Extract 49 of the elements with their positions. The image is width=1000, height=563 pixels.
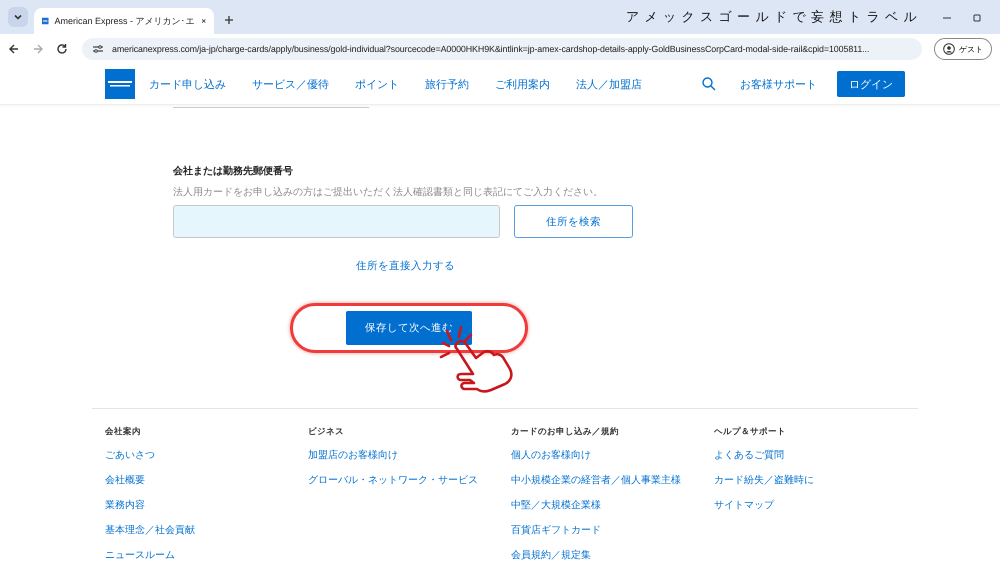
footer-link[interactable]: 会員規約／規定集 [511,548,714,563]
restore-icon[interactable] [972,13,982,23]
footer-heading: ビジネス [308,426,345,438]
login-button[interactable]: ログイン [837,71,905,97]
back-icon[interactable] [8,43,20,55]
postal-code-field[interactable] [173,205,500,238]
card-logo-icon [42,15,49,27]
footer-link[interactable]: カード紛失／盗難時に [714,473,917,488]
tab-title: American Express - アメリカン･エ [54,14,195,28]
footer-link[interactable]: グローバル・ネットワーク・サービス [308,473,511,488]
support-link[interactable]: お客様サポート [740,76,817,92]
search-icon[interactable] [702,77,716,91]
footer-link[interactable]: よくあるご質問 [714,448,917,463]
footer-heading: ヘルプ＆サポート [714,426,787,438]
nav-link[interactable]: カード申し込み [149,76,226,92]
logo-icon[interactable] [105,69,135,99]
overlay-title: アメックスゴールドで妄想トラベル [626,8,922,26]
new-tab-icon[interactable] [224,15,234,25]
footer-heading: カードのお申し込み／規約 [511,426,620,438]
footer-link[interactable]: 中小規模企業の経営者／個人事業主様 [511,473,714,488]
profile-button[interactable]: ゲスト [934,38,992,60]
footer-link[interactable]: 加盟店のお客様向け [308,448,511,463]
nav-link[interactable]: ポイント [355,76,399,92]
close-icon[interactable] [200,16,206,26]
footer-link[interactable]: 個人のお客様向け [511,448,714,463]
nav-link[interactable]: 法人／加盟店 [576,76,642,92]
footer-link[interactable]: 基本理念／社会貢献 [105,523,308,538]
footer-link[interactable]: 中堅／大規模企業様 [511,498,714,513]
nav-link[interactable]: ご利用案内 [495,76,550,92]
footer-link[interactable]: ニュースルーム [105,548,308,563]
person-icon [943,43,955,55]
footer-link[interactable]: 業務内容 [105,498,308,513]
chevron-down-icon [13,12,23,22]
reload-icon[interactable] [56,43,68,55]
footer-link[interactable]: ごあいさつ [105,448,308,463]
nav-link[interactable]: 旅行予約 [425,76,469,92]
tab-list-button[interactable] [8,7,28,27]
address-field[interactable]: americanexpress.com/ja-jp/charge-cards/apply/business/gold-individual?sourcecode=A0000HKH9K&intlink=jp-amex-cardshop-details-apply-GoldBusinessCorpCard-modal-side-rail&cpid=1005811... [82,38,922,60]
footer-link[interactable]: 百貨店ギフトカード [511,523,714,538]
manual-address-link[interactable]: 住所を直接入力する [356,259,455,273]
footer-link[interactable]: 会社概要 [105,473,308,488]
address-search-button[interactable]: 住所を検索 [514,205,633,238]
field-hint: 法人用カードをお申し込みの方はご提出いただく法人確認書類と同じ表記にてご入力ください。 [173,186,604,199]
field-label: 会社または勤務先郵便番号 [173,164,294,178]
footer-link[interactable]: サイトマップ [714,498,917,513]
browser-tab[interactable]: American Express - アメリカン･エ [34,8,214,34]
nav-link[interactable]: サービス／優待 [252,76,329,92]
site-settings-icon[interactable] [92,43,104,55]
footer-heading: 会社案内 [105,426,142,438]
